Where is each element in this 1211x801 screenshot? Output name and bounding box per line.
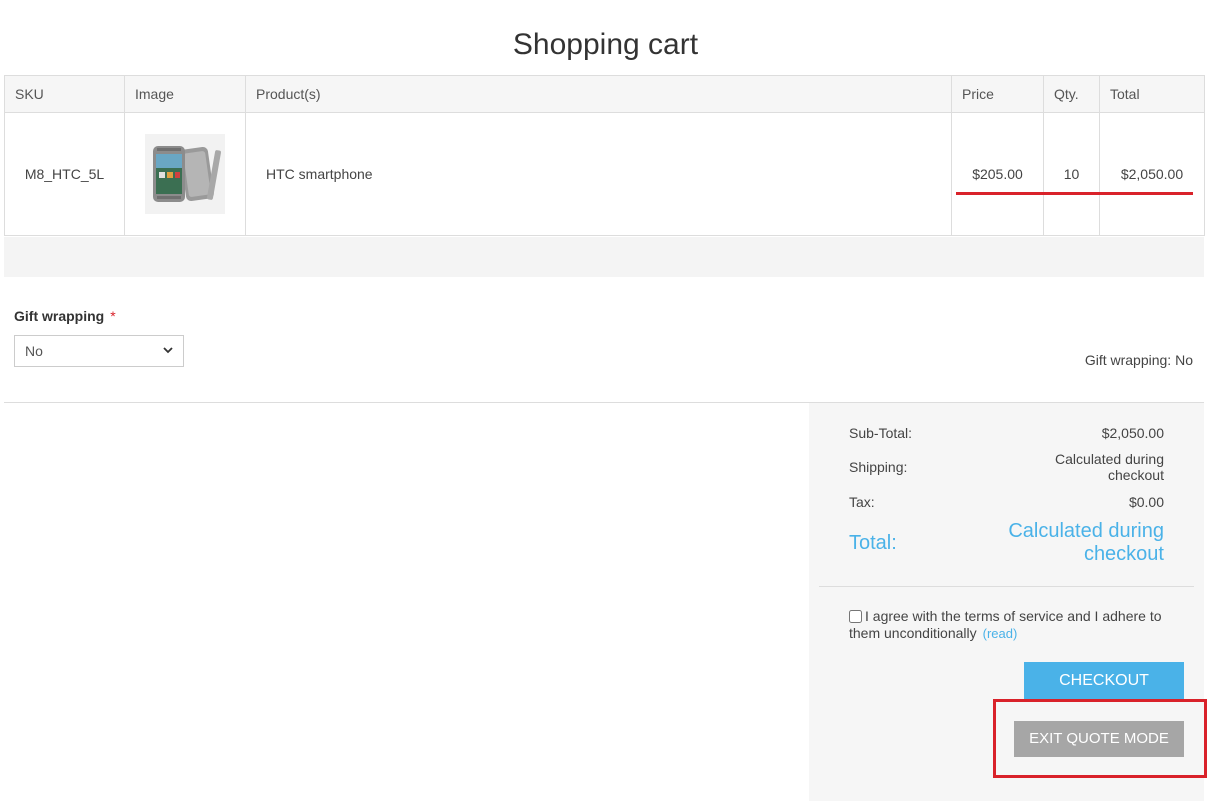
item-sku: M8_HTC_5L [4, 112, 125, 236]
totals-divider [819, 586, 1194, 587]
terms-checkbox[interactable] [849, 610, 862, 623]
shipping-value-line1: Calculated during [1055, 451, 1164, 467]
header-total: Total [1099, 75, 1205, 113]
item-image-cell [124, 112, 246, 236]
tax-label: Tax: [849, 494, 875, 510]
item-product-name[interactable]: HTC smartphone [245, 112, 952, 236]
total-row: Total: Calculated during checkout [849, 520, 1164, 568]
page-title: Shopping cart [512, 28, 699, 61]
shipping-label: Shipping: [849, 459, 908, 475]
item-total: $2,050.00 [1099, 112, 1205, 236]
htc-smartphone-thumbnail-icon[interactable] [145, 134, 225, 214]
exit-quote-mode-button[interactable]: EXIT QUOTE MODE [1014, 721, 1184, 757]
gift-wrapping-label-text: Gift wrapping [14, 308, 105, 324]
required-mark: * [110, 308, 116, 324]
tax-value: $0.00 [1128, 494, 1164, 510]
gift-wrapping-select[interactable]: No [14, 335, 184, 367]
gift-wrapping-label: Gift wrapping * [14, 308, 116, 324]
highlight-underline [956, 192, 1193, 195]
gift-wrapping-info: Gift wrapping: No [1084, 352, 1193, 368]
total-value: Calculated during checkout [1008, 520, 1164, 566]
total-value-line1: Calculated during [1008, 520, 1164, 542]
checkout-button[interactable]: CHECKOUT [1024, 662, 1184, 699]
subtotal-value: $2,050.00 [1101, 425, 1164, 441]
terms-agreement: I agree with the terms of service and I … [849, 608, 1169, 642]
shopping-cart-page: Shopping cart SKU Image Product(s) Price… [0, 0, 1211, 801]
item-price: $205.00 [951, 112, 1044, 236]
total-label: Total: [849, 532, 897, 554]
subtotal-label: Sub-Total: [849, 425, 913, 441]
item-qty: 10 [1043, 112, 1100, 236]
gift-wrapping-selected: No [25, 343, 43, 359]
header-sku: SKU [4, 75, 125, 113]
chevron-down-icon [163, 346, 173, 357]
header-products: Product(s) [245, 75, 952, 113]
cart-header-row: SKU Image Product(s) Price Qty. Total [4, 75, 1205, 113]
table-row: M8_HTC_5L HTC smartphone $205.00 10 $2,0… [4, 112, 1205, 236]
header-price: Price [951, 75, 1044, 113]
cart-table: SKU Image Product(s) Price Qty. Total M8… [4, 75, 1205, 236]
shipping-row: Shipping: Calculated during checkout [849, 451, 1164, 485]
header-image: Image [124, 75, 246, 113]
subtotal-row: Sub-Total: $2,050.00 [849, 425, 1164, 443]
header-qty: Qty. [1043, 75, 1100, 113]
shipping-value: Calculated during checkout [1055, 451, 1164, 483]
cart-footer-band [4, 237, 1204, 277]
terms-read-link[interactable]: (read) [983, 626, 1018, 641]
order-totals-panel: Sub-Total: $2,050.00 Shipping: Calculate… [809, 403, 1204, 801]
shipping-value-line2: checkout [1107, 467, 1164, 483]
tax-row: Tax: $0.00 [849, 494, 1164, 512]
total-value-line2: checkout [1083, 543, 1164, 565]
